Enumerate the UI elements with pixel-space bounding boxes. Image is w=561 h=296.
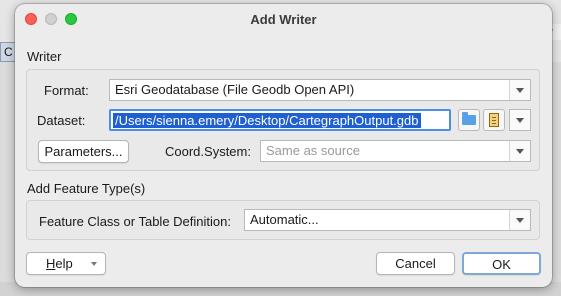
dataset-options-menu[interactable] <box>509 109 531 131</box>
dropdown-arrow-icon[interactable] <box>509 141 530 161</box>
clipboard-icon <box>489 113 499 127</box>
help-mnemonic: H <box>46 256 56 271</box>
format-select[interactable]: Esri Geodatabase (File Geodb Open API) <box>109 79 531 101</box>
dialog-title: Add Writer <box>250 12 317 27</box>
help-label: elp <box>55 256 73 271</box>
feature-class-definition-label: Feature Class or Table Definition: <box>39 214 231 229</box>
add-feature-types-label: Add Feature Type(s) <box>27 181 146 196</box>
feature-class-definition-select[interactable]: Automatic... <box>244 209 531 231</box>
browse-folder-button[interactable] <box>458 109 480 131</box>
title-bar[interactable]: Add Writer <box>15 4 552 34</box>
help-button[interactable]: Help <box>26 252 106 275</box>
writer-section-label: Writer <box>27 49 62 64</box>
parameters-button[interactable]: Parameters... <box>38 140 129 163</box>
dataset-value: /Users/sienna.emery/Desktop/CartegraphOu… <box>113 113 421 128</box>
background-fragment-left: C <box>0 42 16 62</box>
coord-system-select[interactable]: Same as source <box>260 140 531 162</box>
add-writer-dialog: Add Writer Writer Format: Esri Geodataba… <box>15 4 552 287</box>
dropdown-arrow-icon[interactable] <box>509 80 530 100</box>
chevron-down-icon <box>91 262 97 266</box>
dropdown-arrow-icon[interactable] <box>509 210 530 230</box>
coord-system-label: Coord.System: <box>165 144 251 159</box>
folder-icon <box>462 112 476 125</box>
format-label: Format: <box>44 83 89 98</box>
clipboard-button[interactable] <box>483 109 505 131</box>
cancel-button[interactable]: Cancel <box>376 252 455 275</box>
dataset-input[interactable]: /Users/sienna.emery/Desktop/CartegraphOu… <box>109 109 451 131</box>
dataset-label: Dataset: <box>37 113 86 128</box>
coord-system-placeholder: Same as source <box>266 143 360 158</box>
writer-group: Format: Esri Geodatabase (File Geodb Ope… <box>26 69 540 171</box>
format-value: Esri Geodatabase (File Geodb Open API) <box>115 82 355 97</box>
dropdown-arrow-icon[interactable] <box>510 110 530 130</box>
ok-button[interactable]: OK <box>462 252 541 275</box>
feature-type-group: Feature Class or Table Definition: Autom… <box>26 200 540 240</box>
feature-class-definition-value: Automatic... <box>250 212 319 227</box>
